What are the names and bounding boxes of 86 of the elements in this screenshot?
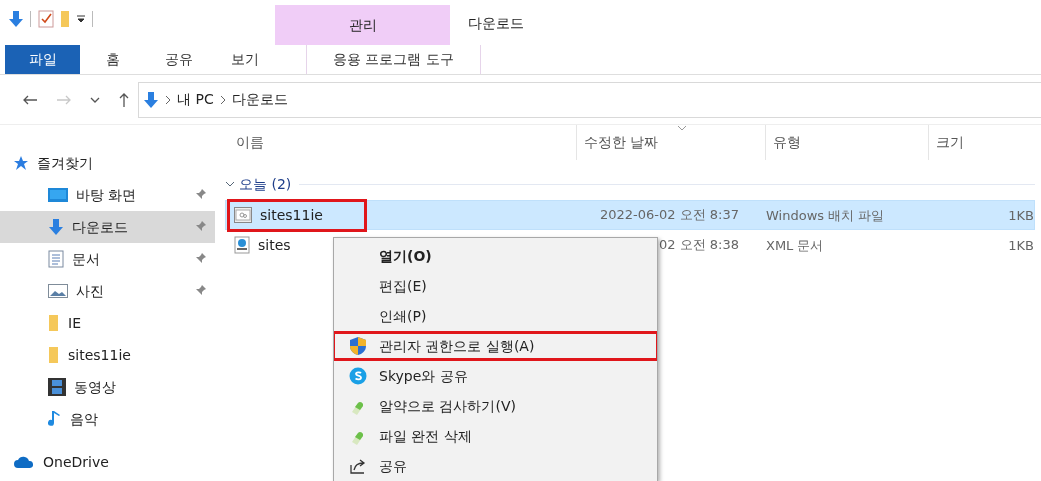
menu-label: 인쇄(P) bbox=[379, 306, 427, 326]
sidebar-label: 다운로드 bbox=[72, 217, 128, 237]
sidebar-label: 즐겨찾기 bbox=[37, 153, 93, 173]
sidebar-item[interactable]: 바탕 화면 bbox=[0, 179, 218, 211]
column-header[interactable]: 이름 bbox=[225, 125, 576, 160]
music-note-icon bbox=[48, 410, 62, 428]
ribbon-tab[interactable]: 홈 bbox=[80, 45, 146, 74]
menu-label: 알약으로 검사하기(V) bbox=[379, 396, 516, 416]
sidebar-item[interactable]: 음악 bbox=[0, 403, 218, 435]
menu-item[interactable]: 파일 완전 삭제 bbox=[334, 421, 657, 451]
toolbar-separator bbox=[92, 11, 94, 27]
menu-item[interactable]: 편집(E) bbox=[334, 271, 657, 301]
download-icon bbox=[143, 90, 159, 109]
menu-label: 공유 bbox=[379, 456, 407, 476]
sidebar-item[interactable]: 문서 bbox=[0, 243, 218, 275]
sidebar-label: IE bbox=[68, 313, 81, 333]
menu-label: 파일 완전 삭제 bbox=[379, 426, 472, 446]
ribbon-tab[interactable]: 공유 bbox=[146, 45, 212, 74]
table-cell: 1KB bbox=[1008, 237, 1034, 253]
window-title: 다운로드 bbox=[468, 14, 524, 33]
sidebar-label: 사진 bbox=[76, 281, 104, 301]
file-row[interactable]: sites11ie 2022-06-02 오전 8:37 Windows 배치 파일 1KB bbox=[225, 200, 1035, 230]
ribbon-tab[interactable]: 보기 bbox=[212, 45, 278, 74]
sidebar-item[interactable]: OneDrive bbox=[0, 446, 218, 478]
menu-label: 편집(E) bbox=[379, 276, 427, 296]
breadcrumb[interactable]: 내 PC bbox=[177, 89, 214, 110]
table-cell-text: 2022-06-02 오전 8:37 bbox=[599, 206, 739, 225]
desktop-icon bbox=[48, 188, 68, 202]
download-icon bbox=[48, 218, 64, 236]
menu-label: 관리자 권한으로 실행(A) bbox=[379, 336, 535, 356]
menu-item[interactable]: 열기(O) bbox=[334, 241, 657, 271]
folder-icon bbox=[48, 346, 60, 364]
menu-item[interactable]: Skype와 공유 bbox=[334, 361, 657, 391]
table-cell: 1KB bbox=[1008, 207, 1034, 223]
film-icon bbox=[48, 378, 66, 396]
sidebar-item[interactable]: 즐겨찾기 bbox=[0, 147, 218, 179]
sidebar-label: sites11ie bbox=[68, 345, 131, 365]
menu-item[interactable]: 공유 bbox=[334, 451, 657, 481]
star-icon bbox=[13, 155, 29, 171]
image-icon bbox=[48, 284, 68, 298]
sidebar-label: 바탕 화면 bbox=[76, 185, 137, 205]
table-cell: Windows 배치 파일 bbox=[766, 207, 885, 223]
sidebar-item[interactable]: 사진 bbox=[0, 275, 218, 307]
group-header[interactable]: 오늘 (2) bbox=[239, 173, 292, 195]
properties-icon[interactable] bbox=[38, 10, 54, 28]
sidebar-item[interactable]: 동영상 bbox=[0, 371, 218, 403]
menu-item[interactable]: 알약으로 검사하기(V) bbox=[334, 391, 657, 421]
context-tab-header: 관리 bbox=[275, 5, 450, 45]
dropdown-icon[interactable] bbox=[76, 14, 86, 24]
sidebar-item[interactable]: sites11ie bbox=[0, 339, 218, 371]
back-icon[interactable] bbox=[22, 93, 38, 106]
cloud-icon bbox=[13, 455, 35, 469]
menu-item[interactable]: 인쇄(P) bbox=[334, 301, 657, 331]
folder-icon bbox=[48, 314, 60, 332]
sidebar-label: 동영상 bbox=[74, 377, 116, 397]
share-icon bbox=[349, 457, 367, 475]
sidebar-label: 음악 bbox=[70, 409, 98, 429]
address-bar[interactable]: 내 PC 다운로드 bbox=[138, 81, 1041, 118]
chevron-down-icon[interactable] bbox=[90, 95, 100, 104]
sidebar-item[interactable]: IE bbox=[0, 307, 218, 339]
skype-icon bbox=[349, 367, 367, 385]
expand-icon[interactable] bbox=[225, 180, 235, 188]
file-name: sites11ie bbox=[260, 205, 323, 225]
table-cell: XML 문서 bbox=[766, 237, 824, 253]
menu-label: 열기(O) bbox=[379, 246, 432, 266]
xml-file-icon bbox=[234, 236, 250, 254]
column-header[interactable]: 크기 bbox=[928, 125, 1035, 160]
breadcrumb[interactable]: 다운로드 bbox=[231, 89, 288, 110]
toolbar-separator bbox=[30, 11, 32, 27]
column-header[interactable]: 유형 bbox=[765, 125, 928, 160]
sidebar-label: OneDrive bbox=[43, 452, 109, 472]
menu-item[interactable]: 관리자 권한으로 실행(A) bbox=[334, 331, 657, 361]
batch-file-icon bbox=[234, 207, 252, 223]
menu-label: Skype와 공유 bbox=[379, 366, 468, 386]
chevron-right-icon bbox=[219, 94, 226, 105]
file-name: sites bbox=[258, 235, 291, 255]
up-icon[interactable] bbox=[118, 91, 130, 108]
column-header[interactable]: 수정한 날짜 bbox=[576, 125, 765, 160]
table-cell-text: 02 오전 8:38 bbox=[658, 236, 739, 255]
file-menu-button[interactable]: 파일 bbox=[5, 45, 80, 74]
chevron-right-icon bbox=[165, 94, 171, 105]
document-icon bbox=[48, 250, 64, 268]
download-icon bbox=[8, 10, 24, 28]
sidebar-item[interactable]: 다운로드 bbox=[0, 211, 215, 243]
sidebar-label: 문서 bbox=[72, 249, 100, 269]
shield-icon bbox=[349, 336, 367, 356]
